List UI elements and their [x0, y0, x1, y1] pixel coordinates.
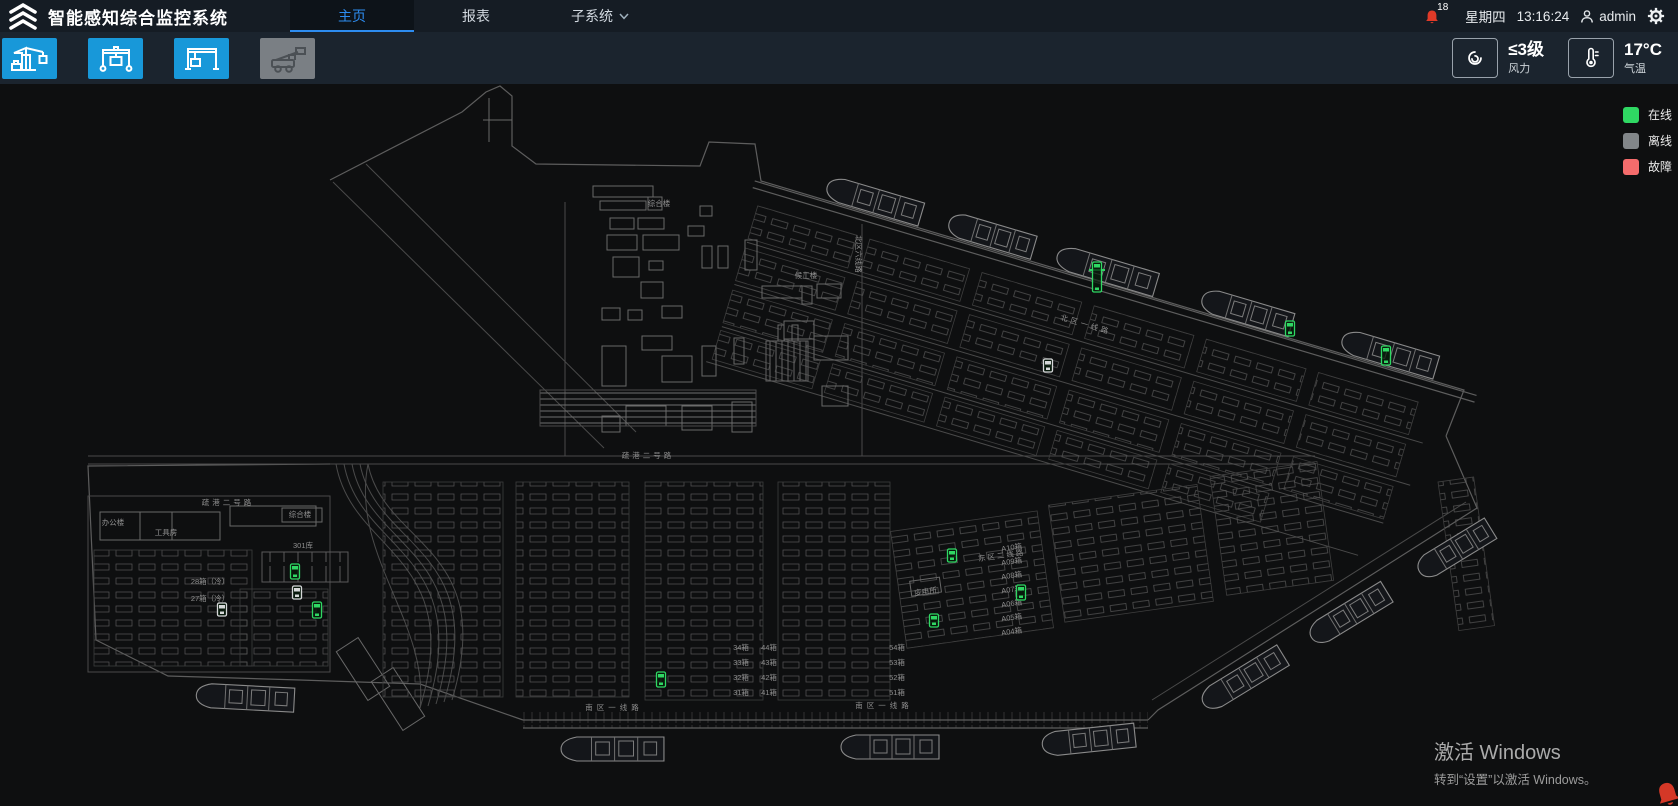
map-label: 工具房	[155, 527, 178, 537]
filter-rtg-crane-button[interactable]	[88, 38, 143, 79]
map-label: 南区一线路	[585, 702, 643, 712]
equipment-toolbar: ≤3级 风力 17°C 气温	[0, 32, 1678, 84]
app-title: 智能感知综合监控系统	[48, 4, 228, 29]
map-label: 42箱	[761, 672, 777, 682]
person-icon	[1580, 9, 1594, 24]
map-label: 41箱	[761, 687, 777, 697]
weekday-label: 星期四	[1465, 6, 1506, 26]
map-label: 52箱	[889, 672, 905, 682]
equipment-filter-group	[2, 38, 315, 79]
marker-truck-online[interactable]	[291, 564, 300, 579]
status-legend: 在线离线故障	[1623, 106, 1672, 175]
legend-item: 在线	[1623, 106, 1672, 123]
ship	[841, 735, 939, 759]
map-label: 南区一线路	[855, 700, 913, 710]
map-label: 51箱	[889, 687, 905, 697]
south-quay	[523, 712, 1148, 728]
legend-item: 离线	[1623, 132, 1672, 149]
main-tabs: 主页 报表 子系统	[290, 0, 662, 32]
quay-crane-icon	[10, 43, 50, 73]
thermometer-icon	[1568, 38, 1614, 78]
map-label: 54箱	[889, 642, 905, 652]
map-label: 32箱	[733, 672, 749, 682]
marker-truck-online[interactable]	[1286, 321, 1295, 336]
port-map-area: 综合楼候工楼北区六线路疏港二号路疏港二号路北区一线路南区一线路南区一线路东区二线…	[0, 84, 1678, 806]
ship	[561, 737, 664, 761]
map-label: 301库	[293, 540, 314, 550]
legend-label: 故障	[1648, 158, 1672, 175]
legend-item: 故障	[1623, 158, 1672, 175]
filter-rail-crane-button[interactable]	[174, 38, 229, 79]
clock: 13:16:24	[1517, 9, 1570, 24]
temperature-value: 17°C	[1624, 40, 1662, 60]
legend-swatch	[1623, 133, 1639, 149]
marker-truck-offline[interactable]	[293, 586, 302, 599]
wind-label: 风力	[1508, 60, 1544, 76]
legend-label: 离线	[1648, 132, 1672, 149]
username: admin	[1599, 9, 1636, 24]
legend-swatch	[1623, 159, 1639, 175]
marker-truck-online[interactable]	[657, 672, 666, 687]
red-alarm-bell-icon[interactable]	[1653, 781, 1678, 806]
map-label: 北区六线路	[854, 235, 864, 273]
ship	[1054, 244, 1159, 296]
ship	[1197, 645, 1289, 714]
map-label: 疏港二号路	[622, 450, 675, 460]
marker-truck-online[interactable]	[1017, 585, 1026, 600]
map-label: 44箱	[761, 642, 777, 652]
ship	[946, 211, 1037, 259]
rtg-crane-icon	[96, 43, 136, 73]
central-yards	[383, 482, 890, 700]
map-label: 53箱	[889, 657, 905, 667]
legend-label: 在线	[1648, 106, 1672, 123]
tab-subsystems[interactable]: 子系统	[538, 0, 662, 32]
map-label: 28箱（冷）	[191, 576, 229, 586]
map-label: 31箱	[733, 687, 749, 697]
settings-gear-icon[interactable]	[1647, 7, 1665, 25]
map-label: 43箱	[761, 657, 777, 667]
map-label: 27箱（冷）	[191, 593, 229, 603]
top-navbar: 智能感知综合监控系统 主页 报表 子系统 18 星期四 13:16:24 adm…	[0, 0, 1678, 32]
notification-bell-icon[interactable]: 18	[1424, 5, 1450, 27]
filter-quay-crane-button[interactable]	[2, 38, 57, 79]
wind-cloud-icon	[1452, 38, 1498, 78]
legend-swatch	[1623, 107, 1639, 123]
wind-value: ≤3级	[1508, 40, 1544, 60]
notification-count: 18	[1437, 2, 1448, 13]
marker-truck-online[interactable]	[1382, 346, 1391, 365]
marker-truck-online[interactable]	[313, 602, 322, 618]
marker-truck-online[interactable]	[930, 614, 939, 627]
ship	[1305, 581, 1393, 647]
marker-truck-offline[interactable]	[218, 603, 227, 616]
map-label: 34箱	[733, 642, 749, 652]
map-label: 办公楼	[102, 517, 125, 527]
temperature-widget: 17°C 气温	[1568, 38, 1662, 78]
port-map[interactable]: 综合楼候工楼北区六线路疏港二号路疏港二号路北区一线路南区一线路南区一线路东区二线…	[0, 84, 1678, 806]
map-label: 综合楼	[289, 509, 312, 519]
map-label: 33箱	[733, 657, 749, 667]
user-menu[interactable]: admin	[1580, 9, 1636, 24]
map-label: 疏港二号路	[202, 497, 255, 507]
tab-reports[interactable]: 报表	[414, 0, 538, 32]
ship	[1199, 287, 1295, 336]
map-label: 候工楼	[795, 270, 818, 280]
rail-crane-icon	[182, 43, 222, 73]
weather-widget: ≤3级 风力 17°C 气温	[1452, 38, 1678, 78]
marker-truck-offline[interactable]	[1044, 359, 1053, 372]
app-logo-waves-icon	[8, 3, 38, 30]
tab-home[interactable]: 主页	[290, 0, 414, 32]
reach-stacker-icon	[268, 43, 308, 73]
filter-reach-stacker-button[interactable]	[260, 38, 315, 79]
ship	[824, 175, 925, 226]
temperature-label: 气温	[1624, 60, 1662, 76]
marker-truck-online[interactable]	[948, 549, 957, 562]
chevron-down-icon	[619, 13, 629, 20]
map-label: 综合楼	[648, 198, 671, 208]
wind-widget: ≤3级 风力	[1452, 38, 1544, 78]
ship	[196, 683, 295, 712]
navbar-right: 18 星期四 13:16:24 admin	[1424, 5, 1678, 27]
